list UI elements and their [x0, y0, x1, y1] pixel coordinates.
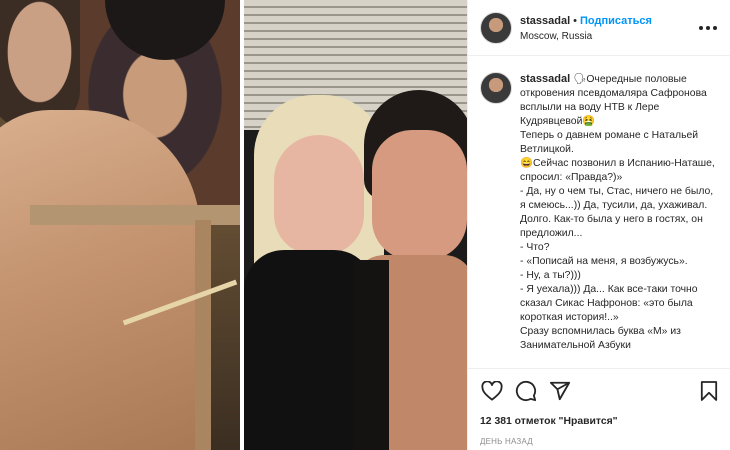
more-horizontal-icon[interactable] [696, 16, 720, 40]
caption-username[interactable]: stassadal [520, 73, 570, 85]
avatar[interactable] [480, 11, 512, 44]
painter-body [0, 110, 200, 450]
header-text: stassadal • Подписаться Moscow, Russia [520, 12, 696, 44]
post-timestamp[interactable]: ДЕНЬ НАЗАД [468, 437, 730, 446]
action-bar [468, 369, 730, 413]
follow-button[interactable]: Подписаться [580, 15, 652, 27]
post-header: stassadal • Подписаться Moscow, Russia [468, 0, 730, 56]
post-side-panel: stassadal • Подписаться Moscow, Russia sta… [467, 0, 730, 450]
bookmark-icon[interactable] [697, 379, 721, 403]
photo-painter [0, 0, 240, 450]
woman-face [274, 135, 364, 255]
caption-text: 🗣Очередные половые откровения псевдомаля… [520, 74, 715, 351]
caption-avatar[interactable] [480, 72, 512, 104]
caption: stassadal 🗣Очередные половые откровения п… [520, 72, 720, 368]
easel-leg [195, 220, 211, 450]
photo-couple [244, 0, 467, 450]
post-media[interactable] [0, 0, 467, 450]
likes-count[interactable]: 12 381 отметок "Нравится" [468, 413, 730, 431]
actions-section: 12 381 отметок "Нравится" ДЕНЬ НАЗАД [468, 368, 730, 446]
share-icon[interactable] [548, 379, 572, 403]
location-link[interactable]: Moscow, Russia [520, 29, 696, 44]
heart-icon[interactable] [480, 379, 504, 403]
man-shirt [354, 260, 389, 450]
comments-area[interactable]: stassadal 🗣Очередные половые откровения п… [468, 56, 730, 368]
man-face [372, 130, 467, 260]
username-link[interactable]: stassadal [520, 15, 570, 27]
comment-icon[interactable] [514, 379, 538, 403]
separator-dot: • [573, 14, 578, 27]
